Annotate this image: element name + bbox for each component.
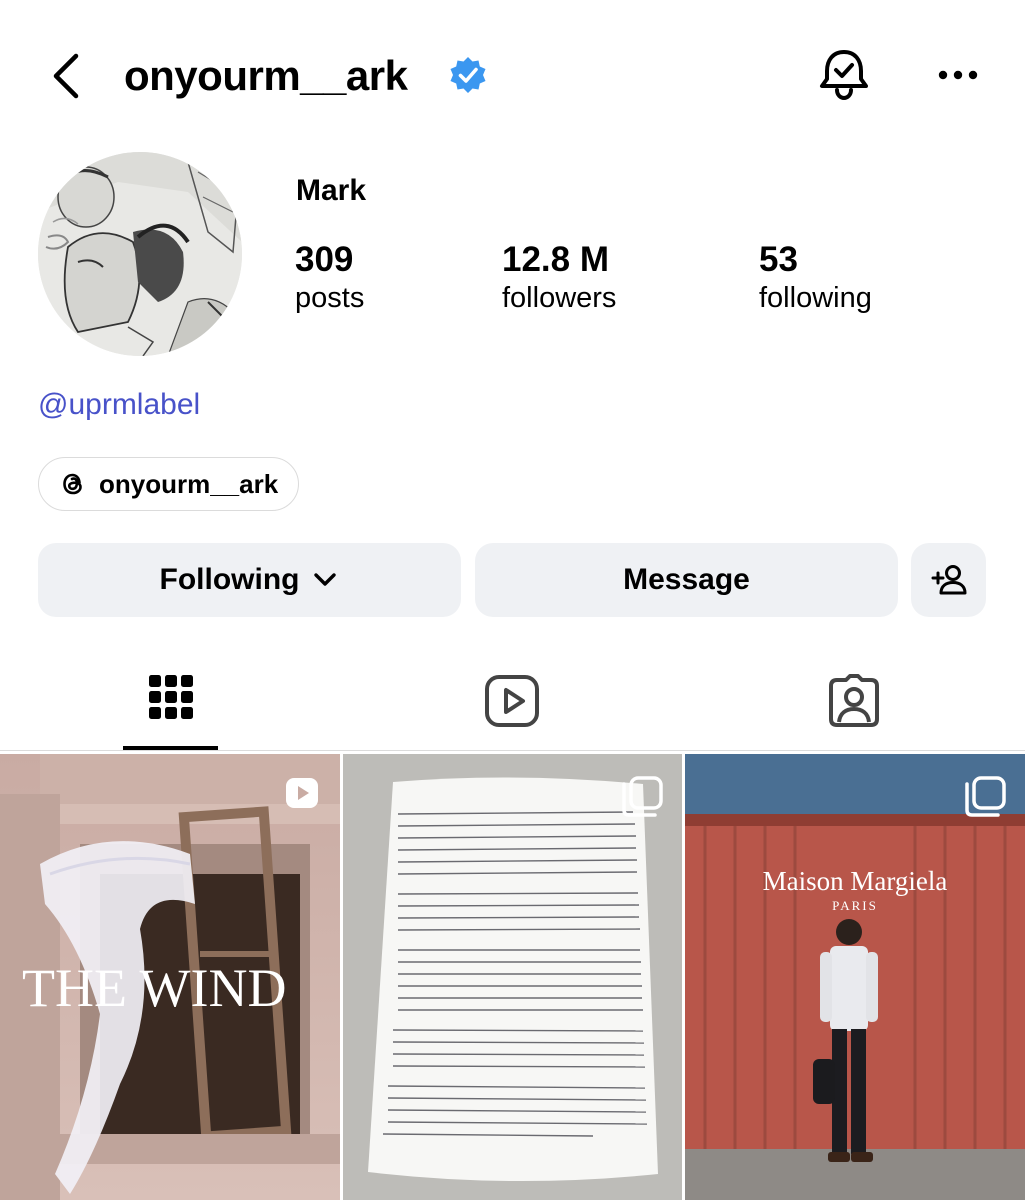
followers-count: 12.8 M [502,240,609,279]
reels-icon [485,675,539,727]
tagged-icon [829,674,879,727]
following-label: following [759,282,872,314]
verified-badge-icon [448,55,488,95]
back-button[interactable] [44,50,90,102]
stat-followers[interactable]: 12.8 M followers [502,240,616,315]
stat-posts[interactable]: 309 posts [295,240,364,315]
following-count: 53 [759,240,798,279]
threads-profile-chip[interactable]: onyourm__ark [38,457,299,511]
message-button-label: Message [623,563,750,596]
tab-tagged[interactable] [826,674,882,728]
posts-label: posts [295,282,365,314]
display-name: Mark [296,174,367,207]
profile-username: onyourm__ark [124,52,408,99]
the-wind-text: THE WIND [22,958,286,1018]
more-options-button[interactable] [930,60,986,90]
message-button[interactable]: Message [475,543,898,617]
post-image-handwritten-letter [343,754,682,1200]
profile-avatar[interactable] [38,152,242,356]
active-tab-indicator [123,746,218,750]
tabs-divider [0,750,1025,751]
suggest-users-button[interactable] [911,543,986,617]
post-tile-2[interactable] [343,754,682,1200]
reel-badge-icon [286,778,318,808]
threads-handle: onyourm__ark [99,468,279,499]
brand-logo-text: Maison Margiela [763,866,948,896]
grid-icon [149,675,193,719]
notification-bell-button[interactable] [816,44,872,104]
posts-count: 309 [295,240,354,279]
add-person-icon [931,565,966,595]
tab-reels[interactable] [484,674,540,728]
post-tile-3[interactable]: Maison Margiela PARIS [685,754,1025,1200]
post-image-maison-margiela: Maison Margiela PARIS [685,754,1025,1200]
back-arrow-icon [53,53,79,99]
stat-following[interactable]: 53 following [759,240,872,315]
bio-link[interactable]: @uprmlabel [38,388,200,422]
followers-label: followers [502,282,617,314]
post-image-the-wind: THE WIND [0,754,340,1200]
following-button[interactable]: Following [38,543,461,617]
avatar-sketch-image [38,152,242,356]
tab-posts-grid[interactable] [148,674,194,720]
more-options-icon [938,70,978,80]
following-button-label: Following [159,563,300,596]
post-tile-1[interactable]: THE WIND [0,754,340,1200]
threads-icon [63,473,82,495]
chevron-down-icon [314,573,337,586]
brand-paris-text: PARIS [832,898,878,913]
notification-bell-icon [820,50,868,101]
